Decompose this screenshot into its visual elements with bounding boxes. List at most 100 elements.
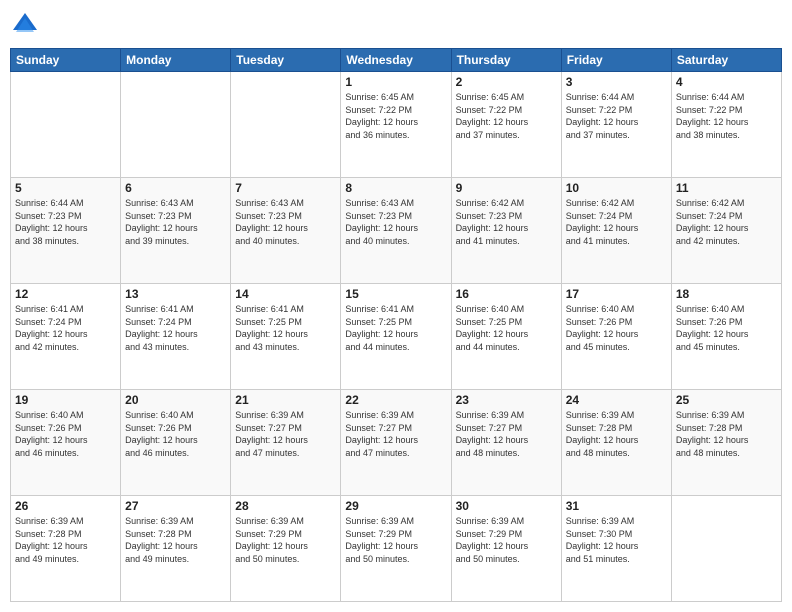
day-info: Sunrise: 6:39 AMSunset: 7:30 PMDaylight:…	[566, 515, 667, 565]
calendar-cell: 31 Sunrise: 6:39 AMSunset: 7:30 PMDayligh…	[561, 496, 671, 602]
day-number: 22	[345, 393, 446, 407]
day-info: Sunrise: 6:39 AMSunset: 7:27 PMDaylight:…	[235, 409, 336, 459]
day-info: Sunrise: 6:40 AMSunset: 7:26 PMDaylight:…	[15, 409, 116, 459]
calendar-cell: 25 Sunrise: 6:39 AMSunset: 7:28 PMDayligh…	[671, 390, 781, 496]
day-number: 14	[235, 287, 336, 301]
day-number: 9	[456, 181, 557, 195]
day-info: Sunrise: 6:44 AMSunset: 7:22 PMDaylight:…	[566, 91, 667, 141]
calendar-cell	[671, 496, 781, 602]
calendar-cell: 4Sunrise: 6:44 AMSunset: 7:22 PMDaylight…	[671, 72, 781, 178]
calendar-cell: 12 Sunrise: 6:41 AMSunset: 7:24 PMDayligh…	[11, 284, 121, 390]
day-number: 21	[235, 393, 336, 407]
weekday-header-friday: Friday	[561, 49, 671, 72]
weekday-header-saturday: Saturday	[671, 49, 781, 72]
calendar-cell: 3 Sunrise: 6:44 AMSunset: 7:22 PMDaylight…	[561, 72, 671, 178]
day-info: Sunrise: 6:41 AMSunset: 7:25 PMDaylight:…	[235, 303, 336, 353]
day-info: Sunrise: 6:39 AMSunset: 7:29 PMDaylight:…	[345, 515, 446, 565]
weekday-header-tuesday: Tuesday	[231, 49, 341, 72]
day-number: 1	[345, 75, 446, 89]
day-info: Sunrise: 6:42 AMSunset: 7:24 PMDaylight:…	[566, 197, 667, 247]
day-number: 8	[345, 181, 446, 195]
day-number: 15	[345, 287, 446, 301]
calendar-cell: 8 Sunrise: 6:43 AMSunset: 7:23 PMDaylight…	[341, 178, 451, 284]
day-number: 5	[15, 181, 116, 195]
day-number: 26	[15, 499, 116, 513]
day-number: 19	[15, 393, 116, 407]
day-info: Sunrise: 6:39 AMSunset: 7:29 PMDaylight:…	[456, 515, 557, 565]
weekday-header-thursday: Thursday	[451, 49, 561, 72]
day-number: 11	[676, 181, 777, 195]
calendar-cell: 26 Sunrise: 6:39 AMSunset: 7:28 PMDayligh…	[11, 496, 121, 602]
page: SundayMondayTuesdayWednesdayThursdayFrid…	[0, 0, 792, 612]
day-info: Sunrise: 6:41 AMSunset: 7:24 PMDaylight:…	[15, 303, 116, 353]
day-number: 7	[235, 181, 336, 195]
day-number: 31	[566, 499, 667, 513]
day-number: 3	[566, 75, 667, 89]
logo-icon	[10, 10, 40, 40]
day-number: 20	[125, 393, 226, 407]
day-number: 18	[676, 287, 777, 301]
day-info: Sunrise: 6:40 AMSunset: 7:26 PMDaylight:…	[676, 303, 777, 353]
day-info: Sunrise: 6:39 AMSunset: 7:27 PMDaylight:…	[456, 409, 557, 459]
calendar-cell: 11 Sunrise: 6:42 AMSunset: 7:24 PMDayligh…	[671, 178, 781, 284]
day-info: Sunrise: 6:43 AMSunset: 7:23 PMDaylight:…	[345, 197, 446, 247]
calendar-cell: 18 Sunrise: 6:40 AMSunset: 7:26 PMDayligh…	[671, 284, 781, 390]
calendar-cell: 13 Sunrise: 6:41 AMSunset: 7:24 PMDayligh…	[121, 284, 231, 390]
day-info: Sunrise: 6:40 AMSunset: 7:25 PMDaylight:…	[456, 303, 557, 353]
day-info: Sunrise: 6:39 AMSunset: 7:28 PMDaylight:…	[566, 409, 667, 459]
calendar-cell: 28Sunrise: 6:39 AMSunset: 7:29 PMDayligh…	[231, 496, 341, 602]
calendar-cell: 9 Sunrise: 6:42 AMSunset: 7:23 PMDaylight…	[451, 178, 561, 284]
weekday-header-row: SundayMondayTuesdayWednesdayThursdayFrid…	[11, 49, 782, 72]
calendar-week-4: 19 Sunrise: 6:40 AMSunset: 7:26 PMDayligh…	[11, 390, 782, 496]
calendar-cell	[121, 72, 231, 178]
day-info: Sunrise: 6:40 AMSunset: 7:26 PMDaylight:…	[125, 409, 226, 459]
day-info: Sunrise: 6:41 AMSunset: 7:24 PMDaylight:…	[125, 303, 226, 353]
day-number: 12	[15, 287, 116, 301]
day-info: Sunrise: 6:42 AMSunset: 7:23 PMDaylight:…	[456, 197, 557, 247]
calendar-cell: 24 Sunrise: 6:39 AMSunset: 7:28 PMDayligh…	[561, 390, 671, 496]
day-number: 23	[456, 393, 557, 407]
calendar-cell	[231, 72, 341, 178]
calendar-cell: 7 Sunrise: 6:43 AMSunset: 7:23 PMDaylight…	[231, 178, 341, 284]
calendar-cell: 16Sunrise: 6:40 AMSunset: 7:25 PMDayligh…	[451, 284, 561, 390]
calendar-cell: 23 Sunrise: 6:39 AMSunset: 7:27 PMDayligh…	[451, 390, 561, 496]
day-number: 25	[676, 393, 777, 407]
calendar-cell: 29Sunrise: 6:39 AMSunset: 7:29 PMDayligh…	[341, 496, 451, 602]
calendar-week-3: 12 Sunrise: 6:41 AMSunset: 7:24 PMDayligh…	[11, 284, 782, 390]
day-info: Sunrise: 6:43 AMSunset: 7:23 PMDaylight:…	[235, 197, 336, 247]
calendar-cell: 19 Sunrise: 6:40 AMSunset: 7:26 PMDayligh…	[11, 390, 121, 496]
weekday-header-wednesday: Wednesday	[341, 49, 451, 72]
calendar-cell: 20 Sunrise: 6:40 AMSunset: 7:26 PMDayligh…	[121, 390, 231, 496]
day-number: 2	[456, 75, 557, 89]
day-number: 17	[566, 287, 667, 301]
calendar-cell: 27Sunrise: 6:39 AMSunset: 7:28 PMDayligh…	[121, 496, 231, 602]
calendar-cell: 5 Sunrise: 6:44 AMSunset: 7:23 PMDaylight…	[11, 178, 121, 284]
day-number: 30	[456, 499, 557, 513]
calendar-cell: 10 Sunrise: 6:42 AMSunset: 7:24 PMDayligh…	[561, 178, 671, 284]
calendar-cell: 22Sunrise: 6:39 AMSunset: 7:27 PMDayligh…	[341, 390, 451, 496]
calendar-week-5: 26 Sunrise: 6:39 AMSunset: 7:28 PMDayligh…	[11, 496, 782, 602]
day-number: 10	[566, 181, 667, 195]
calendar-week-1: 1 Sunrise: 6:45 AMSunset: 7:22 PMDaylight…	[11, 72, 782, 178]
calendar-cell: 21 Sunrise: 6:39 AMSunset: 7:27 PMDayligh…	[231, 390, 341, 496]
day-info: Sunrise: 6:43 AMSunset: 7:23 PMDaylight:…	[125, 197, 226, 247]
day-number: 6	[125, 181, 226, 195]
logo	[10, 10, 44, 40]
calendar-table: SundayMondayTuesdayWednesdayThursdayFrid…	[10, 48, 782, 602]
day-info: Sunrise: 6:44 AMSunset: 7:22 PMDaylight:…	[676, 91, 777, 141]
day-number: 24	[566, 393, 667, 407]
calendar-week-2: 5 Sunrise: 6:44 AMSunset: 7:23 PMDaylight…	[11, 178, 782, 284]
calendar-cell: 15 Sunrise: 6:41 AMSunset: 7:25 PMDayligh…	[341, 284, 451, 390]
day-number: 27	[125, 499, 226, 513]
day-info: Sunrise: 6:44 AMSunset: 7:23 PMDaylight:…	[15, 197, 116, 247]
day-info: Sunrise: 6:42 AMSunset: 7:24 PMDaylight:…	[676, 197, 777, 247]
day-info: Sunrise: 6:45 AMSunset: 7:22 PMDaylight:…	[345, 91, 446, 141]
calendar-cell: 6 Sunrise: 6:43 AMSunset: 7:23 PMDaylight…	[121, 178, 231, 284]
header	[10, 10, 782, 40]
day-info: Sunrise: 6:39 AMSunset: 7:28 PMDaylight:…	[15, 515, 116, 565]
day-info: Sunrise: 6:41 AMSunset: 7:25 PMDaylight:…	[345, 303, 446, 353]
day-number: 28	[235, 499, 336, 513]
day-number: 13	[125, 287, 226, 301]
weekday-header-sunday: Sunday	[11, 49, 121, 72]
day-info: Sunrise: 6:39 AMSunset: 7:28 PMDaylight:…	[676, 409, 777, 459]
